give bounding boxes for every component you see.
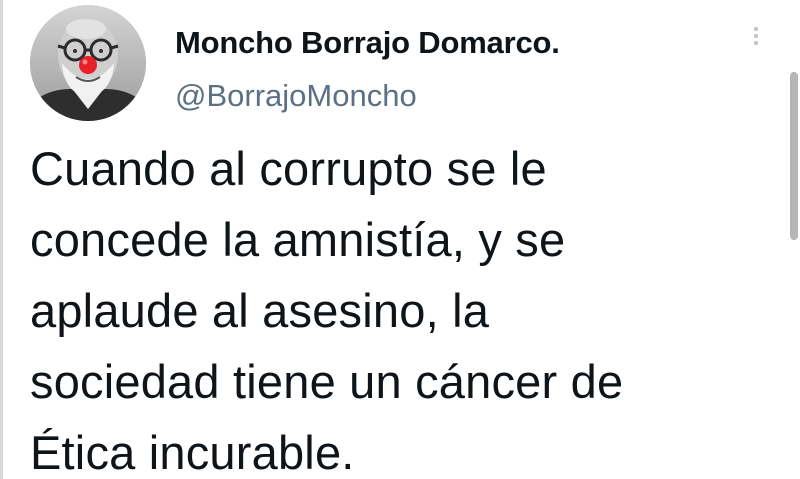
- left-border: [0, 0, 3, 479]
- author-avatar[interactable]: [30, 5, 146, 121]
- author-handle[interactable]: @BorrajoMoncho: [175, 78, 417, 114]
- author-display-name[interactable]: Moncho Borrajo Domarco.: [175, 25, 560, 61]
- tweet-text-line: aplaude al asesino, la: [30, 284, 490, 337]
- tweet-text-line: Ética incurable.: [30, 426, 355, 479]
- more-dot: [754, 27, 758, 31]
- tweet-text-line: Cuando al corrupto se le: [30, 142, 547, 195]
- more-dot: [754, 41, 758, 45]
- more-vertical-icon[interactable]: [748, 24, 764, 58]
- avatar-portrait-image: [30, 5, 146, 121]
- tweet-text-line: sociedad tiene un cáncer de: [30, 355, 624, 408]
- scrollbar-thumb[interactable]: [790, 72, 798, 240]
- tweet-text-line: concede la amnistía, y se: [30, 213, 566, 266]
- tweet-card[interactable]: Moncho Borrajo Domarco. @BorrajoMoncho C…: [0, 0, 800, 479]
- more-dot: [754, 34, 758, 38]
- tweet-text: Cuando al corrupto se le concede la amni…: [30, 133, 775, 479]
